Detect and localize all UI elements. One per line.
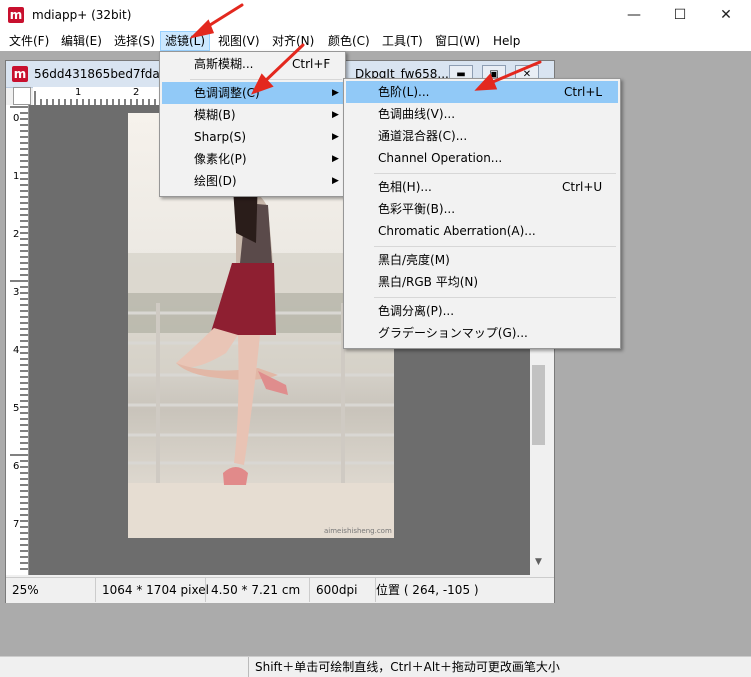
filter-menu: 高斯模糊... Ctrl+F 色调调整(C) ▶ 模糊(B) ▶ Sharp(S… (159, 51, 346, 197)
submenu-arrow-icon: ▶ (332, 132, 339, 142)
ruler-left-label: 3 (13, 287, 20, 298)
menu-bar: 文件(F) 编辑(E) 选择(S) 滤镜(L) 视图(V) 对齐(N) 颜色(C… (0, 30, 751, 51)
menu-separator (190, 79, 342, 80)
app-logo-icon: m (8, 7, 24, 23)
photo-watermark: aimeishisheng.com (324, 527, 392, 535)
submenu-item-bw-brightness[interactable]: 黑白/亮度(M) (346, 249, 618, 271)
minimize-button[interactable]: — (611, 0, 657, 30)
menu-item-blur[interactable]: 模糊(B) ▶ (162, 104, 343, 126)
ruler-corner (13, 87, 31, 105)
menu-help[interactable]: Help (489, 32, 524, 50)
submenu-item-tone-curve[interactable]: 色调曲线(V)... (346, 103, 618, 125)
menu-separator (374, 173, 616, 174)
menu-color[interactable]: 颜色(C) (324, 32, 374, 50)
menu-item-gaussian-blur[interactable]: 高斯模糊... Ctrl+F (162, 53, 343, 75)
menu-item-tone-adjust[interactable]: 色调调整(C) ▶ (162, 82, 343, 104)
app-status-bar: Shift＋单击可绘制直线，Ctrl＋Alt＋拖动可更改画笔大小 (0, 656, 751, 677)
vertical-scroll-thumb[interactable] (532, 365, 545, 445)
ruler-left-label: 4 (13, 345, 20, 356)
menu-window[interactable]: 窗口(W) (431, 32, 484, 50)
hint-text: Shift＋单击可绘制直线，Ctrl＋Alt＋拖动可更改画笔大小 (248, 657, 560, 677)
ruler-left-label: 6 (13, 461, 20, 472)
submenu-arrow-icon: ▶ (332, 88, 339, 98)
menu-edit[interactable]: 编辑(E) (57, 32, 106, 50)
zoom-level: 25% (6, 578, 96, 602)
ruler-left-label: 1 (13, 171, 20, 182)
submenu-arrow-icon: ▶ (332, 110, 339, 120)
menu-tools[interactable]: 工具(T) (378, 32, 427, 50)
submenu-arrow-icon: ▶ (332, 154, 339, 164)
menu-item-pixelate[interactable]: 像素化(P) ▶ (162, 148, 343, 170)
ruler-left: 0 1 2 3 4 5 6 7 (6, 105, 29, 575)
menu-separator (374, 246, 616, 247)
cm-size: 4.50 * 7.21 cm (205, 578, 310, 602)
submenu-item-levels[interactable]: 色阶(L)... Ctrl+L (346, 81, 618, 103)
menu-align[interactable]: 对齐(N) (268, 32, 318, 50)
submenu-item-hue[interactable]: 色相(H)... Ctrl+U (346, 176, 618, 198)
ruler-top-label: 1 (75, 87, 82, 98)
ruler-left-label: 0 (13, 113, 20, 124)
ruler-top-label: 2 (133, 87, 140, 98)
submenu-item-color-balance[interactable]: 色彩平衡(B)... (346, 198, 618, 220)
submenu-item-gradient-map[interactable]: グラデーションマップ(G)... (346, 322, 618, 344)
submenu-item-bw-rgb-average[interactable]: 黑白/RGB 平均(N) (346, 271, 618, 293)
app-title: mdiapp+ (32bit) (32, 8, 132, 22)
maximize-button[interactable]: ☐ (657, 0, 703, 30)
document-title: 56dd431865bed7fda7 (34, 67, 168, 81)
tone-adjust-submenu: 色阶(L)... Ctrl+L 色调曲线(V)... 通道混合器(C)... C… (343, 78, 621, 349)
ruler-left-label: 5 (13, 403, 20, 414)
document-status-bar: 25% 1064 * 1704 pixel 4.50 * 7.21 cm 600… (6, 577, 554, 603)
menu-item-sharp[interactable]: Sharp(S) ▶ (162, 126, 343, 148)
pixel-size: 1064 * 1704 pixel (96, 578, 209, 602)
close-button[interactable]: ✕ (703, 0, 749, 30)
menu-item-draw[interactable]: 绘图(D) ▶ (162, 170, 343, 192)
submenu-item-chromatic-aberration[interactable]: Chromatic Aberration(A)... (346, 220, 618, 242)
menu-file[interactable]: 文件(F) (5, 32, 53, 50)
submenu-item-channel-mixer[interactable]: 通道混合器(C)... (346, 125, 618, 147)
menu-filter[interactable]: 滤镜(L) (160, 31, 211, 51)
dpi-value: 600dpi (310, 578, 376, 602)
document-logo-icon: m (12, 66, 28, 82)
submenu-item-channel-operation[interactable]: Channel Operation... (346, 147, 618, 169)
submenu-item-posterize[interactable]: 色调分离(P)... (346, 300, 618, 322)
ruler-left-label: 2 (13, 229, 20, 240)
menu-separator (374, 297, 616, 298)
submenu-arrow-icon: ▶ (332, 176, 339, 186)
cursor-position: 位置 ( 264, -105 ) (376, 583, 479, 597)
title-bar: m mdiapp+ (32bit) — ☐ ✕ (0, 0, 751, 30)
menu-view[interactable]: 视图(V) (214, 32, 264, 50)
menu-select[interactable]: 选择(S) (110, 32, 159, 50)
ruler-left-label: 7 (13, 519, 20, 530)
scroll-down-icon[interactable]: ▼ (535, 557, 542, 567)
